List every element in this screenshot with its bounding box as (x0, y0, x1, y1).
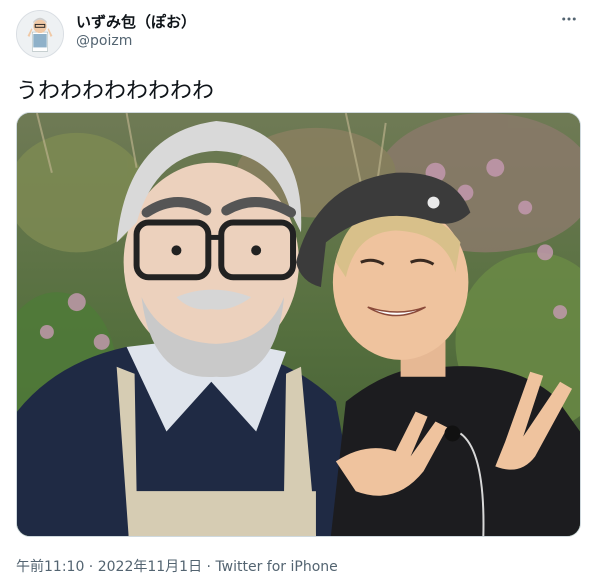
tweet-text: うわわわわわわわわ (16, 79, 215, 104)
tweet-meta: 午前11:10 · 2022年11月1日 · Twitter for iPhon… (16, 556, 338, 576)
photo-image (17, 113, 580, 536)
author-display-name[interactable]: いずみ包（ぽお） (76, 11, 196, 32)
tweet-source[interactable]: Twitter for iPhone (215, 559, 337, 575)
avatar-photo (17, 11, 63, 57)
tweet-date[interactable]: 2022年11月1日 (98, 559, 202, 575)
author-avatar[interactable] (16, 10, 64, 58)
author-handle[interactable]: @poizm (76, 33, 132, 49)
more-options-button[interactable] (559, 9, 579, 29)
more-horizontal-icon (562, 17, 576, 21)
tweet-timestamp[interactable]: 午前11:10 (16, 559, 84, 575)
meta-separator: · (202, 559, 216, 575)
meta-separator: · (84, 559, 98, 575)
tweet-photo[interactable] (16, 112, 581, 537)
